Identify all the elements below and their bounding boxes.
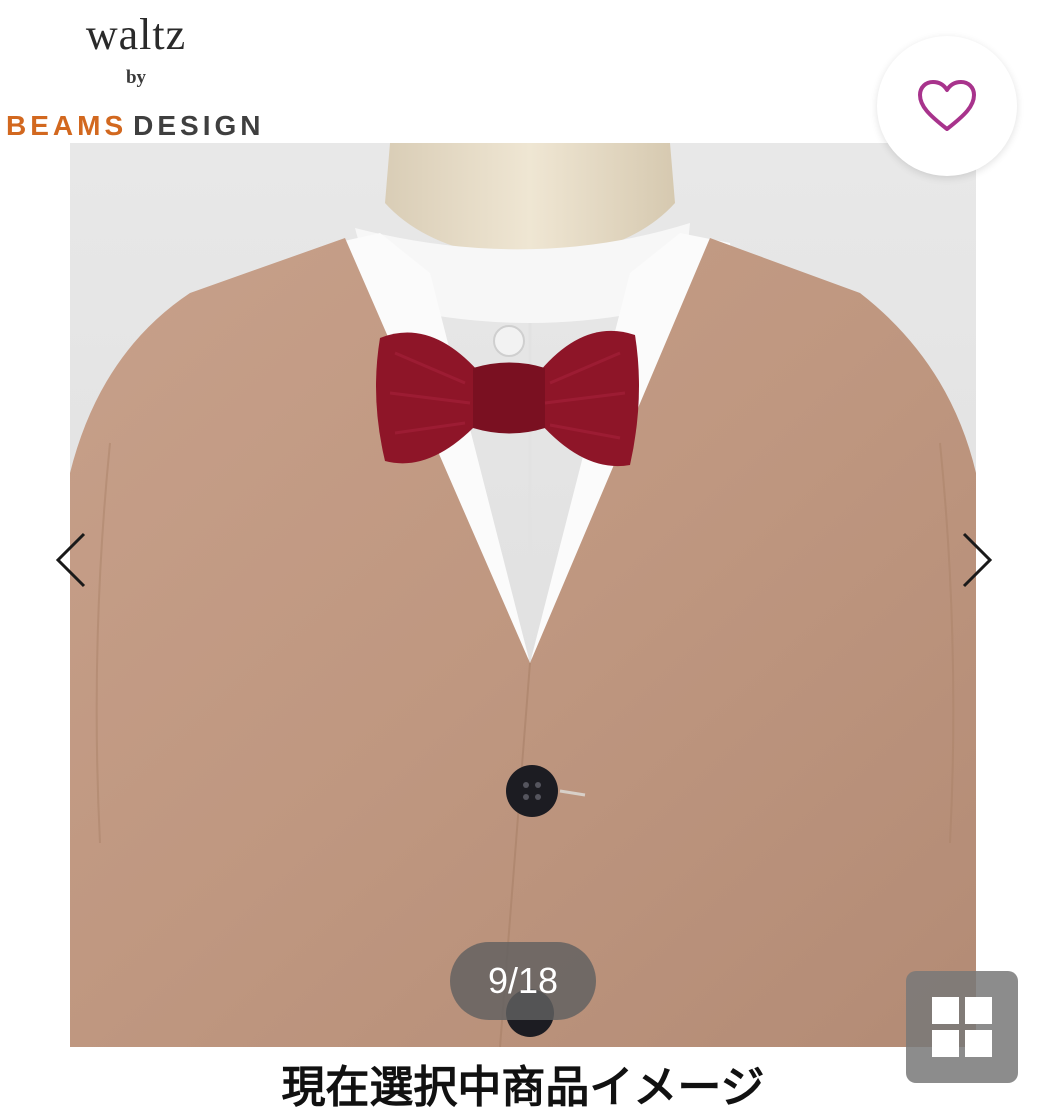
logo-beams-design: BEAMS DESIGN	[6, 108, 264, 144]
logo-design-text: DESIGN	[133, 110, 265, 141]
chevron-left-icon	[55, 532, 86, 588]
product-photo[interactable]	[70, 143, 976, 1047]
favorite-button[interactable]	[877, 36, 1017, 176]
chevron-right-icon	[962, 532, 993, 588]
product-photo-illustration	[70, 143, 976, 1047]
heart-outline-icon	[918, 80, 976, 131]
logo-waltz-text: waltz	[85, 10, 187, 59]
selected-item-image-heading: 現在選択中商品イメージ	[281, 1063, 765, 1112]
logo-beams-text: BEAMS	[6, 110, 128, 141]
brand-logo: waltz by BEAMS DESIGN	[0, 8, 275, 143]
next-image-button[interactable]	[950, 528, 1000, 592]
grid-icon	[932, 997, 992, 1057]
previous-image-button[interactable]	[48, 528, 98, 592]
image-counter: 9/18	[450, 942, 596, 1020]
logo-by-text: by	[125, 67, 147, 88]
